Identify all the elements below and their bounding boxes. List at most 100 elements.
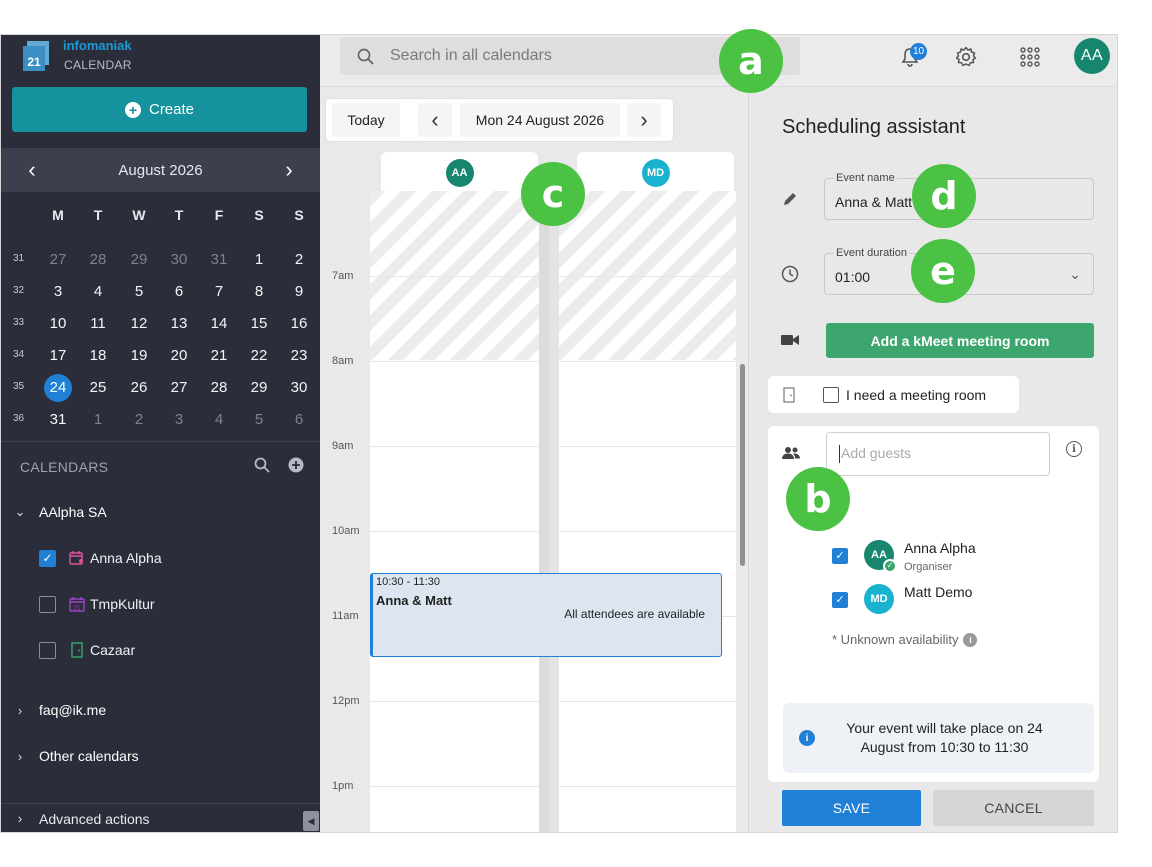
week-number: 34 (13, 349, 25, 360)
day-cell[interactable]: 8 (244, 276, 274, 308)
day-number: 21 (210, 347, 228, 364)
day-cell[interactable]: 28 (204, 372, 234, 404)
settings-button[interactable] (952, 43, 980, 71)
day-cell[interactable]: 20 (164, 340, 194, 372)
svg-text:21: 21 (27, 55, 41, 69)
day-cell[interactable]: 3 (164, 404, 194, 436)
collapse-sidebar-icon[interactable]: ◀ (303, 811, 319, 831)
calendar-checkbox[interactable]: ✓ (39, 549, 56, 567)
day-cell[interactable]: 19 (124, 340, 154, 372)
day-number: 15 (250, 315, 268, 332)
day-cell[interactable]: 31 (43, 404, 73, 436)
search-calendars-icon[interactable] (254, 457, 270, 473)
day-number: 7 (214, 283, 224, 300)
calendar-checkbox[interactable] (39, 641, 56, 659)
day-cell[interactable]: 7 (204, 276, 234, 308)
save-button[interactable]: SAVE (782, 790, 921, 826)
day-cell[interactable]: 5 (124, 276, 154, 308)
meeting-room-checkbox[interactable] (823, 387, 839, 403)
calendar-item[interactable]: 21 TmpKultur (1, 589, 320, 619)
day-cell[interactable]: 23 (284, 340, 314, 372)
day-cell[interactable]: 2 (124, 404, 154, 436)
day-cell[interactable]: 30 (284, 372, 314, 404)
day-cell[interactable]: 5 (244, 404, 274, 436)
info-icon[interactable]: i (963, 632, 978, 647)
attendee-name: Matt Demo (904, 584, 973, 600)
day-cell[interactable]: 16 (284, 308, 314, 340)
vertical-scrollbar[interactable] (740, 364, 745, 566)
day-cell[interactable]: 29 (124, 244, 154, 276)
day-cell[interactable]: 13 (164, 308, 194, 340)
week-row: 31 27 28 29 30 31 1 2 (1, 244, 320, 276)
day-cell[interactable]: 25 (83, 372, 113, 404)
calendar-group-aalpha[interactable]: ⌄ AAlpha SA (1, 497, 320, 527)
today-button[interactable]: Today (332, 103, 400, 137)
next-month-icon[interactable]: › (275, 156, 303, 184)
day-cell[interactable]: 26 (124, 372, 154, 404)
calendar-item[interactable]: Cazaar (1, 635, 320, 665)
hour-label: 12pm (332, 695, 360, 707)
day-cell[interactable]: 17 (43, 340, 73, 372)
apps-button[interactable] (1016, 43, 1044, 71)
plus-icon: + (124, 101, 141, 118)
cancel-button[interactable]: CANCEL (933, 790, 1094, 826)
calendar-date-icon: 21 (68, 596, 86, 612)
day-cell[interactable]: 15 (244, 308, 274, 340)
next-day-icon[interactable]: › (627, 103, 661, 137)
day-cell[interactable]: 18 (83, 340, 113, 372)
day-cell[interactable]: 10 (43, 308, 73, 340)
panel-title: Scheduling assistant (782, 116, 966, 138)
hour-line (370, 361, 539, 362)
day-cell[interactable]: 11 (83, 308, 113, 340)
day-cell[interactable]: 31 (204, 244, 234, 276)
add-guests-input[interactable]: Add guests (826, 432, 1050, 476)
day-cell[interactable]: 29 (244, 372, 274, 404)
attendee-checkbox[interactable]: ✓ (832, 548, 848, 564)
day-cell[interactable]: 28 (83, 244, 113, 276)
day-cell[interactable]: 4 (204, 404, 234, 436)
day-cell[interactable]: 27 (43, 244, 73, 276)
day-cell[interactable]: 27 (164, 372, 194, 404)
previous-month-icon[interactable]: ‹ (18, 156, 46, 184)
event-name-label: Event name (834, 172, 897, 184)
week-number: 32 (13, 285, 25, 296)
day-cell[interactable]: 30 (164, 244, 194, 276)
day-cell[interactable]: 2 (284, 244, 314, 276)
info-icon[interactable]: i (1066, 441, 1082, 457)
weekday-label: M (52, 207, 64, 223)
calendar-item[interactable]: ✓ Anna Alpha (1, 543, 320, 573)
create-label: Create (148, 101, 195, 118)
advanced-actions[interactable]: › Advanced actions (1, 803, 320, 832)
day-cell[interactable]: 6 (284, 404, 314, 436)
calendar-group-other[interactable]: › Other calendars (1, 741, 320, 771)
day-cell[interactable]: 3 (43, 276, 73, 308)
day-number: 17 (49, 347, 67, 364)
selected-day[interactable]: 24 (43, 372, 73, 404)
day-cell[interactable]: 9 (284, 276, 314, 308)
user-avatar[interactable]: AA (1074, 38, 1110, 74)
previous-day-icon[interactable]: ‹ (418, 103, 452, 137)
day-cell[interactable]: 12 (124, 308, 154, 340)
create-button[interactable]: + Create (12, 87, 307, 132)
event-summary: i Your event will take place on 24 Augus… (783, 703, 1094, 773)
attendee-checkbox[interactable]: ✓ (832, 592, 848, 608)
calendar-group-faq[interactable]: › faq@ik.me (1, 695, 320, 725)
weekday-label: S (254, 207, 264, 223)
day-number: 6 (294, 411, 304, 428)
day-cell[interactable]: 22 (244, 340, 274, 372)
proposed-event[interactable]: 10:30 - 11:30 Anna & Matt All attendees … (370, 573, 722, 657)
day-cell[interactable]: 14 (204, 308, 234, 340)
add-kmeet-button[interactable]: Add a kMeet meeting room (826, 323, 1094, 358)
notifications-button[interactable]: 10 (896, 43, 928, 71)
calendar-checkbox[interactable] (39, 595, 56, 613)
search-input[interactable]: Search in all calendars (390, 47, 552, 65)
day-cell[interactable]: 4 (83, 276, 113, 308)
day-number: 4 (93, 283, 103, 300)
day-cell[interactable]: 1 (83, 404, 113, 436)
day-cell[interactable]: 21 (204, 340, 234, 372)
day-number: 30 (290, 379, 308, 396)
day-cell[interactable]: 1 (244, 244, 274, 276)
add-calendar-icon[interactable] (288, 457, 304, 473)
day-cell[interactable]: 6 (164, 276, 194, 308)
event-duration-label: Event duration (834, 247, 909, 259)
